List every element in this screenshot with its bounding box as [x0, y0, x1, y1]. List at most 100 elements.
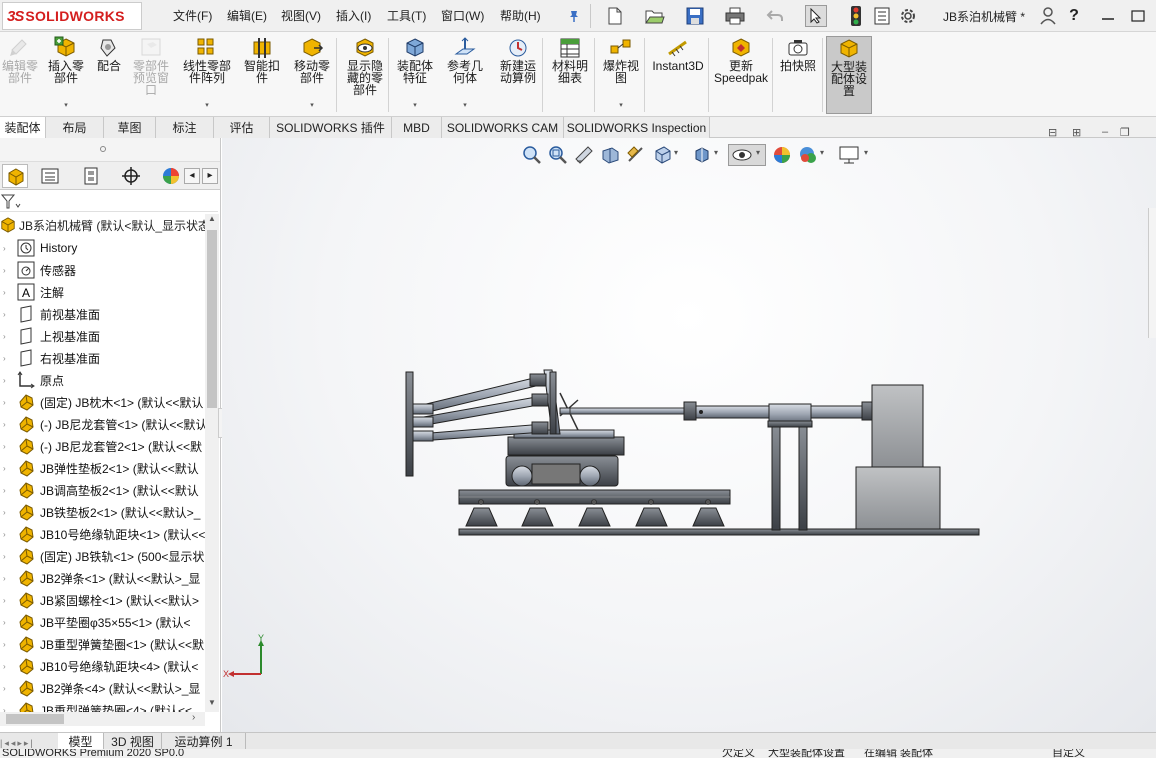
dropdown-arrow-icon[interactable]: ▾: [619, 100, 623, 112]
command-tab-1[interactable]: 装配体: [0, 117, 46, 138]
tree-item[interactable]: › 前视基准面: [0, 303, 205, 325]
tree-item[interactable]: › 原点: [0, 369, 205, 391]
expand-chevron-icon[interactable]: ›: [3, 596, 6, 605]
new-document-icon[interactable]: [604, 5, 626, 27]
command-tab-3[interactable]: 草图: [104, 117, 156, 138]
tree-item[interactable]: › JB重型弹簧垫圈<1> (默认<<默: [0, 633, 205, 655]
dimxpert-icon[interactable]: [122, 167, 140, 188]
tree-item[interactable]: › (固定) JB枕木<1> (默认<<默认: [0, 391, 205, 413]
tree-item[interactable]: › (-) JB尼龙套管2<1> (默认<<默: [0, 435, 205, 457]
dropdown-arrow-icon[interactable]: ▾: [310, 100, 314, 112]
expand-chevron-icon[interactable]: ›: [3, 266, 6, 275]
tab-scroll-right-icon[interactable]: ▸: [202, 168, 218, 184]
tab-scroll-left-icon[interactable]: ◂: [184, 168, 200, 184]
command-tab-6[interactable]: SOLIDWORKS 插件: [270, 117, 392, 138]
command-tab-5[interactable]: 评估: [214, 117, 270, 138]
tree-item[interactable]: › 上视基准面: [0, 325, 205, 347]
file-properties-icon[interactable]: [871, 5, 893, 27]
graphics-area[interactable]: ▾ ▾ ▾ ▾ ▾ ⊟ ⊞ – ❐ Y X: [222, 126, 1156, 732]
dropdown-arrow-icon[interactable]: ▾: [205, 100, 209, 112]
help-icon[interactable]: ?: [1063, 5, 1085, 27]
tree-item[interactable]: › 右视基准面: [0, 347, 205, 369]
menu-window[interactable]: 窗口(W): [441, 7, 484, 24]
tree-item[interactable]: › 传感器: [0, 259, 205, 281]
ribbon-button-10[interactable]: 参考几 何体 ▾: [440, 36, 490, 114]
ribbon-button-9[interactable]: 装配体 特征 ▾: [392, 36, 438, 114]
tree-item[interactable]: › JB10号绝缘轨距块<4> (默认<: [0, 655, 205, 677]
ribbon-button-15[interactable]: 更新 Speedpak: [712, 36, 770, 114]
ribbon-button-13[interactable]: 爆炸视图 ▾: [598, 36, 644, 114]
tree-item[interactable]: › (固定) JB铁轨<1> (500<显示状: [0, 545, 205, 567]
tree-item[interactable]: › (-) JB尼龙套管<1> (默认<<默认: [0, 413, 205, 435]
expand-chevron-icon[interactable]: ›: [3, 684, 6, 693]
tree-item[interactable]: › History: [0, 237, 205, 259]
expand-chevron-icon[interactable]: ›: [3, 552, 6, 561]
tab-navigation-arrows[interactable]: |◂◂▸▸|: [0, 735, 56, 748]
tree-item[interactable]: › JB2弹条<4> (默认<<默认>_显: [0, 677, 205, 699]
expand-chevron-icon[interactable]: ›: [3, 574, 6, 583]
ribbon-button-1[interactable]: 编辑零 部件: [0, 36, 40, 114]
expand-chevron-icon[interactable]: ›: [3, 618, 6, 627]
command-tab-8[interactable]: SOLIDWORKS CAM: [442, 117, 564, 138]
tree-horizontal-scrollbar[interactable]: ›: [0, 712, 205, 726]
tree-root[interactable]: JB系泊机械臂 (默认<默认_显示状态: [0, 214, 218, 236]
command-tab-4[interactable]: 标注: [156, 117, 214, 138]
mooring-arm-model[interactable]: [222, 138, 1156, 732]
tree-item[interactable]: › JB2弹条<1> (默认<<默认>_显: [0, 567, 205, 589]
expand-chevron-icon[interactable]: ›: [3, 508, 6, 517]
solidworks-logo[interactable]: 3S SOLIDWORKS: [2, 2, 142, 30]
feature-tree-tab[interactable]: [2, 164, 28, 188]
select-icon[interactable]: [805, 5, 827, 27]
panel-collapse-bar[interactable]: [0, 138, 220, 162]
tab-model[interactable]: 模型: [58, 733, 104, 749]
expand-chevron-icon[interactable]: ›: [3, 530, 6, 539]
expand-chevron-icon[interactable]: ›: [3, 310, 6, 319]
expand-chevron-icon[interactable]: ›: [3, 486, 6, 495]
print-icon[interactable]: [724, 5, 746, 27]
ribbon-button-5[interactable]: 线性零部 件阵列 ▾: [178, 36, 236, 114]
expand-chevron-icon[interactable]: ›: [3, 662, 6, 671]
ribbon-button-2[interactable]: 插入零 部件 ▾: [44, 36, 88, 114]
minimize-icon[interactable]: [1097, 5, 1119, 27]
tree-item[interactable]: › JB平垫圈φ35×55<1> (默认<: [0, 611, 205, 633]
dropdown-arrow-icon[interactable]: ▾: [463, 100, 467, 112]
menu-file[interactable]: 文件(F): [173, 7, 212, 24]
tree-item[interactable]: › JB紧固螺栓<1> (默认<<默认>: [0, 589, 205, 611]
expand-chevron-icon[interactable]: ›: [3, 420, 6, 429]
filter-icon[interactable]: [1, 194, 21, 210]
viewport-minimize-icon[interactable]: –: [1102, 126, 1108, 138]
tree-vertical-scrollbar[interactable]: ▲ ▼: [205, 214, 219, 712]
menu-view[interactable]: 视图(V): [281, 7, 321, 24]
tree-item[interactable]: › JB弹性垫板2<1> (默认<<默认: [0, 457, 205, 479]
menu-tools[interactable]: 工具(T): [387, 7, 426, 24]
dropdown-arrow-icon[interactable]: ▾: [413, 100, 417, 112]
user-icon[interactable]: [1037, 5, 1059, 27]
tree-item[interactable]: › JB铁垫板2<1> (默认<<默认>_: [0, 501, 205, 523]
expand-chevron-icon[interactable]: ›: [3, 398, 6, 407]
ribbon-button-4[interactable]: 零部件 预览窗口: [128, 36, 174, 114]
expand-chevron-icon[interactable]: ›: [3, 332, 6, 341]
undo-icon[interactable]: [764, 5, 786, 27]
menu-help[interactable]: 帮助(H): [500, 7, 541, 24]
ribbon-button-6[interactable]: 智能扣件: [238, 36, 286, 114]
save-icon[interactable]: [684, 5, 706, 27]
tree-item[interactable]: › A 注解: [0, 281, 205, 303]
display-manager-icon[interactable]: [162, 167, 180, 188]
open-icon[interactable]: [644, 5, 666, 27]
expand-chevron-icon[interactable]: ›: [3, 376, 6, 385]
tab-3d-view[interactable]: 3D 视图: [104, 733, 162, 749]
expand-chevron-icon[interactable]: ›: [3, 640, 6, 649]
expand-chevron-icon[interactable]: ›: [3, 464, 6, 473]
configuration-manager-icon[interactable]: [83, 167, 99, 188]
tree-item[interactable]: › JB调高垫板2<1> (默认<<默认: [0, 479, 205, 501]
tab-motion-study[interactable]: 运动算例 1: [162, 733, 246, 749]
ribbon-button-12[interactable]: 材料明 细表: [546, 36, 594, 114]
tree-item[interactable]: › JB重型弹簧垫圈<4> (默认<<: [0, 699, 205, 713]
ribbon-button-14[interactable]: Instant3D: [650, 36, 706, 114]
dropdown-arrow-icon[interactable]: ▾: [64, 100, 68, 112]
collapse-handle-icon[interactable]: [100, 146, 106, 152]
ribbon-button-17[interactable]: 大型装 配体设置: [826, 36, 872, 114]
command-tab-9[interactable]: SOLIDWORKS Inspection: [564, 117, 710, 138]
expand-chevron-icon[interactable]: ›: [3, 288, 6, 297]
expand-chevron-icon[interactable]: ›: [3, 244, 6, 253]
